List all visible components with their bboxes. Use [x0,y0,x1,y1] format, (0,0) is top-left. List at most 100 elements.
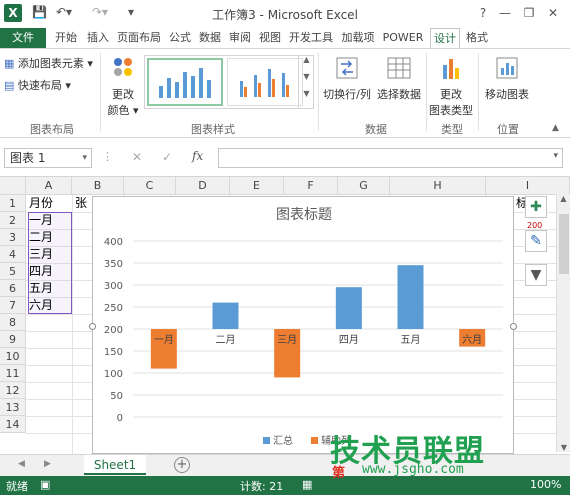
cell-a5[interactable]: 四月 [27,263,53,280]
normal-view-icon[interactable]: ▦ [302,478,312,491]
scroll-thumb[interactable] [559,214,569,274]
row-header[interactable]: 14 [0,416,26,433]
gallery-scroll[interactable]: ▲ ▼ ▼ [298,55,314,109]
row-header[interactable]: 1 [0,195,26,212]
column-header-e[interactable]: E [230,177,284,195]
legend-label: 汇总 [273,434,293,447]
row-header[interactable]: 7 [0,297,26,314]
tab-review[interactable]: 审阅 [226,28,254,48]
tab-insert[interactable]: 插入 [84,28,112,48]
tab-format[interactable]: 格式 [462,28,492,48]
gallery-down-icon[interactable]: ▼ [299,72,314,81]
bar-汇总 [335,287,362,329]
scroll-down-icon[interactable]: ▼ [557,443,570,452]
cell-a3[interactable]: 二月 [27,229,53,246]
cell-a7[interactable]: 六月 [27,297,53,314]
sheet-next-icon[interactable]: ▶ [44,459,51,469]
sheet-tab-sheet1[interactable]: Sheet1 [84,455,146,475]
tab-design[interactable]: 设计 [430,28,460,49]
switch-row-col-button[interactable]: 切换行/列 [322,55,372,102]
insert-function-icon[interactable]: fx [192,149,203,163]
tab-home[interactable]: 开始 [52,28,80,48]
chart-style-1-thumb[interactable] [147,58,223,106]
cell-a6[interactable]: 五月 [27,280,53,297]
close-button[interactable]: ✕ [542,3,564,23]
y-tick-label: 350 [104,259,123,270]
collapse-ribbon-icon[interactable]: ▲ [552,123,559,133]
resize-handle-right[interactable] [510,323,517,330]
enter-icon[interactable]: ✓ [162,150,172,164]
tab-developer[interactable]: 开发工具 [286,28,336,48]
column-header-i[interactable]: I [486,177,570,195]
column-header-f[interactable]: F [284,177,338,195]
expand-formula-icon[interactable]: ▾ [553,151,558,161]
tab-data[interactable]: 数据 [196,28,224,48]
row-header[interactable]: 13 [0,399,26,416]
name-box-dropdown-icon[interactable]: ▾ [82,149,87,167]
quick-layout-button[interactable]: ▤ 快速布局 ▾ [4,77,71,93]
chart-style-2-thumb[interactable] [227,58,303,106]
column-header-a[interactable]: A [26,177,72,195]
vertical-scrollbar[interactable]: ▲ ▼ [556,194,570,452]
category-label: 三月 [277,334,297,346]
column-header-g[interactable]: G [338,177,390,195]
select-data-label: 选择数据 [377,88,421,101]
chart-title[interactable]: 图表标题 [276,207,332,223]
scroll-up-icon[interactable]: ▲ [557,194,570,203]
resize-handle-left[interactable] [89,323,96,330]
cancel-icon[interactable]: ✕ [132,150,142,164]
chart-styles-button[interactable]: ✎ [525,230,547,252]
column-header-h[interactable]: H [390,177,486,195]
legend-swatch [311,437,318,444]
chart-styles-gallery[interactable] [144,55,314,109]
minimize-button[interactable]: — [494,3,516,23]
row-header[interactable]: 11 [0,365,26,382]
watermark-sub: 第 [332,466,346,481]
formula-input[interactable]: ▾ [218,148,563,168]
row-header[interactable]: 10 [0,348,26,365]
add-element-icon: ▦ [4,57,15,70]
row-header[interactable]: 5 [0,263,26,280]
row-header[interactable]: 9 [0,331,26,348]
tab-power[interactable]: POWER [380,28,426,48]
add-sheet-icon[interactable]: + [174,457,190,473]
cell-b1[interactable]: 张 [73,195,87,212]
add-chart-element-button[interactable]: ▦ 添加图表元素 ▾ [4,55,93,71]
select-all-corner[interactable] [0,177,26,195]
cell-a2[interactable]: 一月 [27,212,53,229]
gallery-more-icon[interactable]: ▼ [299,89,314,98]
chart-area[interactable]: 图表标题 400 350 300 250 200 150 100 50 0 一月 二月 三月 四月 五月… [89,196,517,454]
help-button[interactable]: ? [472,3,494,23]
column-header-b[interactable]: B [72,177,124,195]
sheet-prev-icon[interactable]: ◀ [18,459,25,469]
chart-elements-button[interactable]: ✚ [525,196,547,218]
select-data-button[interactable]: 选择数据 [374,55,424,102]
change-chart-type-button[interactable]: 更改 图表类型 [428,55,474,118]
chart-filters-button[interactable]: ▼ [525,264,547,286]
tab-page-layout[interactable]: 页面布局 [114,28,164,48]
row-header[interactable]: 2 [0,212,26,229]
macro-record-icon[interactable]: ▣ [40,478,50,491]
row-header[interactable]: 12 [0,382,26,399]
row-header[interactable]: 3 [0,229,26,246]
column-header-d[interactable]: D [176,177,230,195]
y-tick-label: 150 [104,347,123,358]
cell-a1[interactable]: 月份 [27,195,53,212]
change-colors-label-2: 颜色 ▾ [107,104,139,117]
tab-view[interactable]: 视图 [256,28,284,48]
row-header[interactable]: 8 [0,314,26,331]
row-header[interactable]: 6 [0,280,26,297]
tab-addins[interactable]: 加载项 [338,28,378,48]
cell-a4[interactable]: 三月 [27,246,53,263]
tab-file[interactable]: 文件 [0,28,46,48]
row-header[interactable]: 4 [0,246,26,263]
change-colors-button[interactable]: 更改 颜色 ▾ [104,55,142,118]
gallery-up-icon[interactable]: ▲ [299,55,314,64]
zoom-level[interactable]: 100% [530,478,561,491]
restore-button[interactable]: ❐ [518,3,540,23]
status-mode: 就绪 [6,480,28,493]
name-box[interactable]: 图表 1 ▾ [4,148,92,168]
move-chart-button[interactable]: 移动图表 [482,55,532,102]
column-header-c[interactable]: C [124,177,176,195]
tab-formulas[interactable]: 公式 [166,28,194,48]
